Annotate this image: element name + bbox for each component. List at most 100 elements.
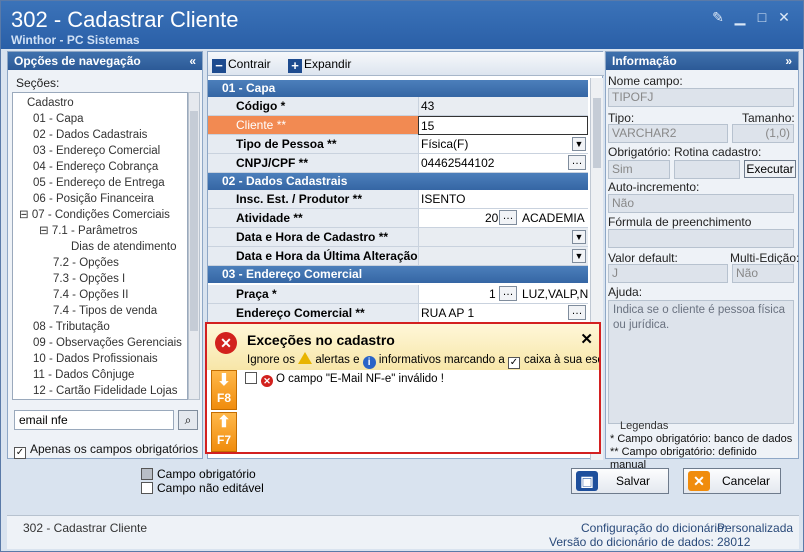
cnpj-field[interactable]: 04462544102… bbox=[418, 154, 588, 173]
grid-row[interactable]: Endereço Comercial ** RUA AP 1… bbox=[208, 304, 588, 323]
tree-item[interactable]: 02 - Dados Cadastrais bbox=[33, 127, 147, 143]
grid-row[interactable]: Data e Hora de Cadastro ** ▼ bbox=[208, 228, 588, 247]
sections-tree: Cadastro 01 - Capa 02 - Dados Cadastrais… bbox=[12, 92, 188, 400]
scroll-thumb[interactable] bbox=[593, 98, 601, 168]
information-panel: Informação» Nome campo: TIPOFJ Tipo: Tam… bbox=[605, 51, 799, 471]
cliente-field[interactable]: 15 bbox=[418, 116, 588, 135]
tree-item[interactable]: 7.4 - Tipos de venda bbox=[53, 303, 157, 319]
row-label: Data e Hora da Última Alteração bbox=[208, 247, 418, 266]
tree-item[interactable]: 7.2 - Opções bbox=[53, 255, 119, 271]
dict-config-label: Configuração do dicionário: bbox=[581, 521, 728, 535]
tree-item[interactable]: 10 - Dados Profissionais bbox=[33, 351, 158, 367]
f7-up-button[interactable]: ⬆ F7 bbox=[211, 412, 237, 452]
required-only-checkbox[interactable]: ✓ Apenas os campos obrigatórios bbox=[14, 442, 198, 459]
collapse-button[interactable]: − Contrair bbox=[212, 56, 271, 73]
grid-row[interactable]: Código * 43 bbox=[208, 97, 588, 116]
tree-item[interactable]: ⊟ 7.1 - Parâmetros bbox=[39, 223, 138, 239]
close-icon[interactable]: ✕ bbox=[580, 330, 593, 348]
tree-item[interactable]: 01 - Capa bbox=[33, 111, 84, 127]
ellipsis-button[interactable]: … bbox=[499, 210, 517, 225]
checkbox-checked-icon: ✓ bbox=[508, 357, 520, 369]
help-label: Ajuda: bbox=[608, 285, 643, 299]
section-header[interactable]: 03 - Endereço Comercial bbox=[208, 266, 588, 283]
grid-row[interactable]: Atividade ** 20… ACADEMIA bbox=[208, 209, 588, 228]
praca-field[interactable]: 1… LUZ,VALP,N C bbox=[418, 285, 588, 304]
arrow-down-icon: ⬇ bbox=[217, 372, 231, 389]
tree-item[interactable]: Dias de atendimento bbox=[71, 239, 176, 255]
tree-item[interactable]: 12 - Cartão Fidelidade Lojas bbox=[33, 383, 177, 399]
ellipsis-button[interactable]: … bbox=[499, 286, 517, 301]
autoinc-value: Não bbox=[608, 194, 794, 213]
cancel-icon: ✕ bbox=[688, 471, 710, 491]
tree-scrollbar[interactable] bbox=[188, 92, 200, 400]
ellipsis-button[interactable]: … bbox=[568, 155, 586, 170]
data-alteracao-field[interactable]: ▼ bbox=[418, 247, 588, 266]
insc-field[interactable]: ISENTO bbox=[418, 190, 588, 209]
grid-row[interactable]: Praça * 1… LUZ,VALP,N C bbox=[208, 285, 588, 304]
collapse-node-icon[interactable]: ⊟ bbox=[39, 225, 52, 237]
grid-row-selected[interactable]: Cliente ** 15 bbox=[208, 116, 588, 135]
checkbox-checked-icon[interactable]: ✓ bbox=[14, 447, 26, 459]
chevron-down-icon[interactable]: ▼ bbox=[572, 249, 586, 263]
data-cadastro-field[interactable]: ▼ bbox=[418, 228, 588, 247]
routine-value bbox=[674, 160, 740, 179]
ellipsis-button[interactable]: … bbox=[568, 305, 586, 320]
edit-icon[interactable]: ✎ bbox=[709, 9, 727, 25]
collapse-node-icon[interactable]: ⊟ bbox=[19, 209, 32, 221]
f8-down-button[interactable]: ⬇ F8 bbox=[211, 370, 237, 410]
type-value: VARCHAR2 bbox=[608, 124, 728, 143]
error-icon: ✕ bbox=[261, 375, 273, 387]
close-icon[interactable]: ✕ bbox=[775, 9, 793, 25]
collapse-right-icon[interactable]: » bbox=[785, 52, 792, 70]
tree-item[interactable]: ⊟ 07 - Condições Comerciais bbox=[19, 207, 170, 223]
section-header[interactable]: 02 - Dados Cadastrais bbox=[208, 173, 588, 190]
minimize-icon[interactable]: ▁ bbox=[731, 9, 749, 25]
tree-item[interactable]: 7.4 - Opções II bbox=[53, 287, 128, 303]
tree-item[interactable]: 04 - Endereço Cobrança bbox=[33, 159, 158, 175]
grid-row[interactable]: Tipo de Pessoa ** Física(F) ▼ bbox=[208, 135, 588, 154]
row-label: Cliente ** bbox=[208, 116, 418, 135]
execute-button[interactable]: Executar bbox=[744, 160, 796, 178]
maximize-icon[interactable]: □ bbox=[753, 9, 771, 25]
autoinc-label: Auto-incremento: bbox=[608, 180, 700, 194]
expand-button[interactable]: + Expandir bbox=[288, 56, 351, 73]
tree-item[interactable]: Cadastro bbox=[27, 95, 74, 111]
collapse-left-icon[interactable]: « bbox=[189, 52, 196, 70]
tree-item[interactable]: 11 - Dados Cônjuge bbox=[33, 367, 134, 383]
grid-row[interactable]: Insc. Est. / Produtor ** ISENTO bbox=[208, 190, 588, 209]
scroll-thumb[interactable] bbox=[190, 111, 198, 331]
tree-item[interactable]: 06 - Posição Financeira bbox=[33, 191, 154, 207]
warning-icon bbox=[298, 352, 313, 364]
grid-row[interactable]: CNPJ/CPF ** 04462544102… bbox=[208, 154, 588, 173]
atividade-field[interactable]: 20… ACADEMIA bbox=[418, 209, 588, 228]
endereco-comercial-field[interactable]: RUA AP 1… bbox=[418, 304, 588, 323]
save-button[interactable]: ▣ Salvar bbox=[571, 468, 669, 494]
tree-item[interactable]: 7.3 - Opções I bbox=[53, 271, 125, 287]
multiedit-value: Não bbox=[732, 264, 794, 283]
tree-item[interactable]: 08 - Tributação bbox=[33, 319, 110, 335]
sections-label: Seções: bbox=[16, 76, 60, 90]
field-name-label: Nome campo: bbox=[608, 74, 683, 88]
atividade-code: 20 bbox=[485, 211, 499, 225]
tree-item[interactable]: 09 - Observações Gerenciais bbox=[33, 335, 182, 351]
praca-name: LUZ,VALP,N C bbox=[522, 287, 588, 301]
routine-label: Rotina cadastro: bbox=[674, 145, 762, 159]
tree-item[interactable]: 05 - Endereço de Entrega bbox=[33, 175, 165, 191]
tipo-pessoa-select[interactable]: Física(F) ▼ bbox=[418, 135, 588, 154]
section-header[interactable]: 01 - Capa bbox=[208, 80, 588, 97]
ignore-checkbox[interactable] bbox=[245, 372, 257, 384]
legend-not-editable: Campo não editável bbox=[141, 481, 264, 495]
section-search-input[interactable]: email nfe bbox=[14, 410, 174, 430]
chevron-down-icon[interactable]: ▼ bbox=[572, 137, 586, 151]
search-icon[interactable]: ⌕ bbox=[178, 410, 198, 430]
tree-item[interactable]: 03 - Endereço Comercial bbox=[33, 143, 160, 159]
row-label: Código * bbox=[208, 97, 418, 116]
exception-item[interactable]: ✕ O campo "E-Mail NF-e" inválido ! bbox=[245, 372, 444, 387]
formula-label: Fórmula de preenchimento bbox=[608, 215, 752, 229]
chevron-down-icon[interactable]: ▼ bbox=[572, 230, 586, 244]
required-value: Sim bbox=[608, 160, 670, 179]
status-bar: 302 - Cadastrar Cliente Configuração do … bbox=[7, 515, 799, 549]
grid-row[interactable]: Data e Hora da Última Alteração ▼ bbox=[208, 247, 588, 266]
grid-toolbar: − Contrair + Expandir bbox=[208, 52, 604, 76]
cancel-button[interactable]: ✕ Cancelar bbox=[683, 468, 781, 494]
